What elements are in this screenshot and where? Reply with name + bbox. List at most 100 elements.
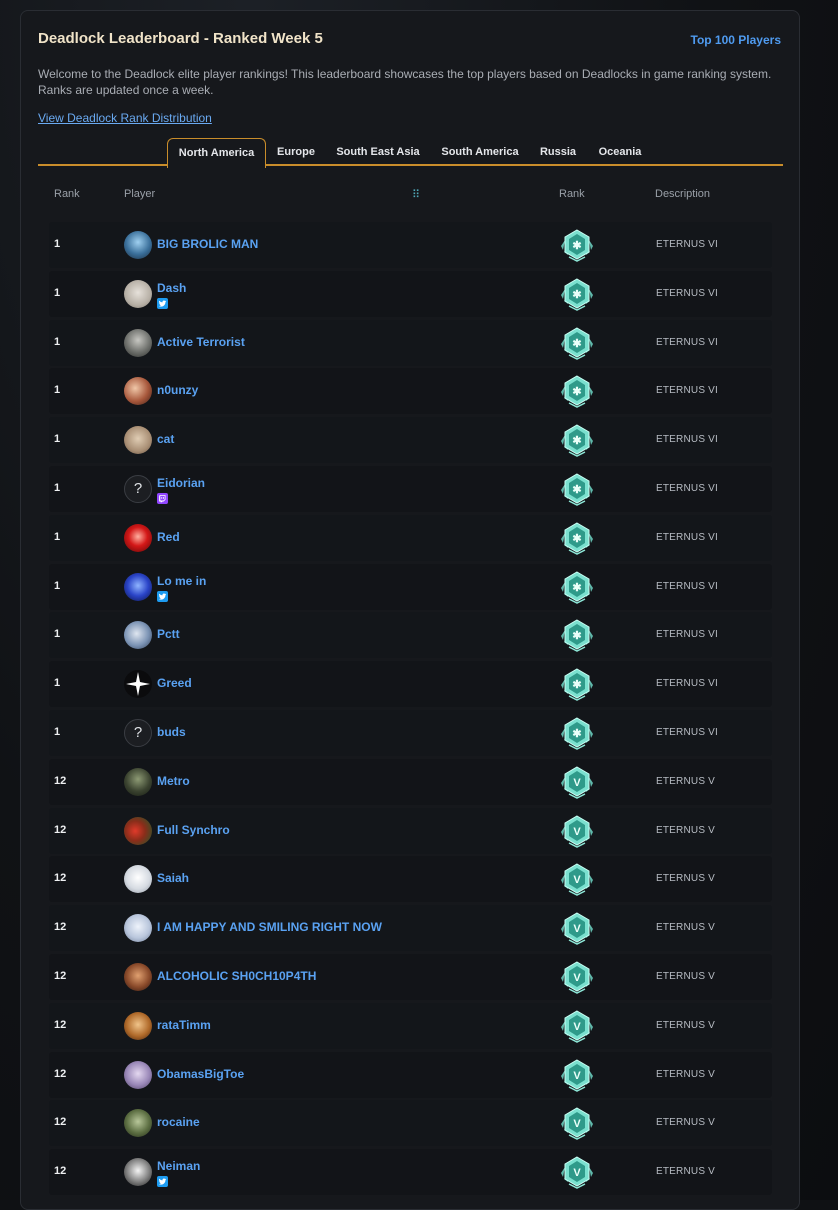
player-name-link[interactable]: Pctt bbox=[157, 627, 180, 641]
twitter-icon[interactable] bbox=[157, 1176, 168, 1188]
tab-oceania[interactable]: Oceania bbox=[596, 138, 644, 166]
rank-number: 1 bbox=[54, 335, 61, 348]
drag-handle-icon[interactable]: ⠿ bbox=[412, 188, 420, 201]
twitter-icon[interactable] bbox=[157, 297, 168, 309]
table-row[interactable]: 1 Lo me in ✱ ETERNUS VI bbox=[49, 563, 772, 610]
rank-number: 12 bbox=[54, 921, 67, 934]
svg-text:✱: ✱ bbox=[572, 679, 581, 691]
player-name-link[interactable]: buds bbox=[157, 725, 186, 739]
svg-text:V: V bbox=[573, 1118, 581, 1130]
column-header-rank[interactable]: Rank bbox=[54, 188, 80, 200]
table-row[interactable]: 1 BIG BROLIC MAN ✱ ETERNUS VI bbox=[49, 222, 772, 268]
rank-number: 12 bbox=[54, 1018, 67, 1031]
player-name-link[interactable]: rocaine bbox=[157, 1115, 200, 1129]
rank-badge-icon: ✱ bbox=[559, 228, 595, 262]
table-row[interactable]: 12 Full Synchro V ETERNUS V bbox=[49, 807, 772, 854]
player-avatar[interactable] bbox=[124, 328, 152, 357]
player-avatar[interactable] bbox=[124, 767, 152, 796]
rank-badge-icon: ✱ bbox=[559, 521, 595, 555]
table-row[interactable]: 12 ObamasBigToe V ETERNUS V bbox=[49, 1051, 772, 1098]
player-name-link[interactable]: Lo me in bbox=[157, 574, 206, 588]
table-row[interactable]: 1 Pctt ✱ ETERNUS VI bbox=[49, 612, 772, 659]
table-row[interactable]: 12 Neiman V ETERNUS V bbox=[49, 1149, 772, 1196]
player-avatar[interactable] bbox=[124, 279, 152, 308]
player-avatar[interactable] bbox=[124, 231, 152, 259]
table-row[interactable]: 12 Saiah V ETERNUS V bbox=[49, 856, 772, 903]
player-name-link[interactable]: Greed bbox=[157, 676, 192, 690]
player-avatar[interactable] bbox=[124, 426, 152, 455]
player-avatar[interactable] bbox=[124, 1011, 152, 1040]
player-avatar[interactable] bbox=[124, 1158, 152, 1187]
player-name-link[interactable]: I AM HAPPY AND SMILING RIGHT NOW bbox=[157, 920, 382, 934]
table-row[interactable]: 1 Red ✱ ETERNUS VI bbox=[49, 514, 772, 561]
player-avatar[interactable] bbox=[124, 1060, 152, 1089]
table-row[interactable]: 1 n0unzy ✱ ETERNUS VI bbox=[49, 368, 772, 415]
player-avatar[interactable] bbox=[124, 914, 152, 943]
player-name-link[interactable]: Eidorian bbox=[157, 476, 205, 490]
player-avatar[interactable] bbox=[124, 572, 152, 601]
unknown-avatar-icon[interactable]: ? bbox=[124, 475, 152, 503]
table-row[interactable]: 1? Eidorian ✱ ETERNUS VI bbox=[49, 466, 772, 512]
player-name-link[interactable]: n0unzy bbox=[157, 383, 198, 397]
rank-description: ETERNUS VI bbox=[656, 385, 719, 397]
table-row[interactable]: 1 Dash ✱ ETERNUS VI bbox=[49, 270, 772, 317]
player-avatar[interactable] bbox=[124, 865, 152, 894]
rank-badge-icon: V bbox=[559, 911, 595, 946]
table-row[interactable]: 12 rataTimm V ETERNUS V bbox=[49, 1002, 772, 1049]
table-row[interactable]: 12 rocaine V ETERNUS V bbox=[49, 1100, 772, 1147]
rank-badge-icon: V bbox=[559, 1155, 595, 1190]
tab-south-america[interactable]: South America bbox=[438, 138, 522, 166]
column-header-player[interactable]: Player bbox=[124, 188, 155, 200]
tab-north-america[interactable]: North America bbox=[167, 138, 266, 168]
top-100-players-link[interactable]: Top 100 Players bbox=[691, 33, 782, 47]
rank-number: 1 bbox=[54, 238, 61, 250]
svg-text:✱: ✱ bbox=[572, 240, 581, 252]
column-header-description[interactable]: Description bbox=[655, 188, 710, 200]
table-row[interactable]: 1 cat ✱ ETERNUS VI bbox=[49, 417, 772, 464]
player-avatar[interactable] bbox=[124, 963, 152, 991]
table-row[interactable]: 12 I AM HAPPY AND SMILING RIGHT NOW V ETERN… bbox=[49, 905, 772, 952]
player-name-link[interactable]: BIG BROLIC MAN bbox=[157, 237, 258, 251]
rank-number: 12 bbox=[54, 872, 67, 885]
player-avatar[interactable] bbox=[124, 670, 152, 699]
player-name-link[interactable]: ALCOHOLIC SH0CH10P4TH bbox=[157, 969, 316, 983]
player-name-link[interactable]: Active Terrorist bbox=[157, 335, 245, 349]
player-avatar[interactable] bbox=[124, 816, 152, 845]
table-row[interactable]: 1 Active Terrorist ✱ ETERNUS VI bbox=[49, 319, 772, 366]
svg-text:✱: ✱ bbox=[572, 484, 581, 496]
rank-badge-icon: ✱ bbox=[559, 326, 595, 360]
player-name-link[interactable]: Dash bbox=[157, 281, 186, 295]
player-name-link[interactable]: Red bbox=[157, 530, 180, 544]
player-avatar[interactable] bbox=[124, 377, 152, 406]
player-name-link[interactable]: rataTimm bbox=[157, 1018, 211, 1032]
player-name-link[interactable]: Neiman bbox=[157, 1159, 200, 1173]
svg-text:V: V bbox=[573, 874, 581, 886]
rank-description: ETERNUS V bbox=[656, 1166, 716, 1178]
table-row[interactable]: 12 ALCOHOLIC SH0CH10P4TH V ETERNUS V bbox=[49, 954, 772, 1000]
svg-text:V: V bbox=[573, 972, 581, 984]
player-name-link[interactable]: Saiah bbox=[157, 871, 189, 885]
column-header-tier[interactable]: Rank bbox=[559, 188, 585, 200]
tab-south-east-asia[interactable]: South East Asia bbox=[336, 138, 420, 166]
tab-russia[interactable]: Russia bbox=[539, 138, 577, 166]
player-name-link[interactable]: Full Synchro bbox=[157, 823, 230, 837]
player-avatar[interactable] bbox=[124, 1109, 152, 1138]
unknown-avatar-icon[interactable]: ? bbox=[124, 719, 152, 747]
player-name-link[interactable]: Metro bbox=[157, 774, 190, 788]
rank-badge-icon: V bbox=[559, 1009, 595, 1043]
table-row[interactable]: 12 Metro V ETERNUS V bbox=[49, 758, 772, 805]
player-avatar[interactable] bbox=[124, 621, 152, 650]
player-name-link[interactable]: ObamasBigToe bbox=[157, 1067, 244, 1081]
player-avatar[interactable] bbox=[124, 523, 152, 552]
table-row[interactable]: 1 Greed ✱ ETERNUS VI bbox=[49, 661, 772, 708]
player-name-link[interactable]: cat bbox=[157, 432, 174, 446]
twitch-icon[interactable] bbox=[157, 493, 168, 504]
table-row[interactable]: 1? buds ✱ ETERNUS VI bbox=[49, 710, 772, 756]
twitter-icon[interactable] bbox=[157, 590, 168, 602]
rank-distribution-link[interactable]: View Deadlock Rank Distribution bbox=[38, 111, 212, 125]
rank-number: 1 bbox=[54, 286, 61, 299]
rank-description: ETERNUS VI bbox=[656, 678, 719, 690]
svg-text:✱: ✱ bbox=[572, 386, 581, 398]
tab-europe[interactable]: Europe bbox=[274, 138, 318, 166]
rank-description: ETERNUS VI bbox=[656, 239, 719, 250]
